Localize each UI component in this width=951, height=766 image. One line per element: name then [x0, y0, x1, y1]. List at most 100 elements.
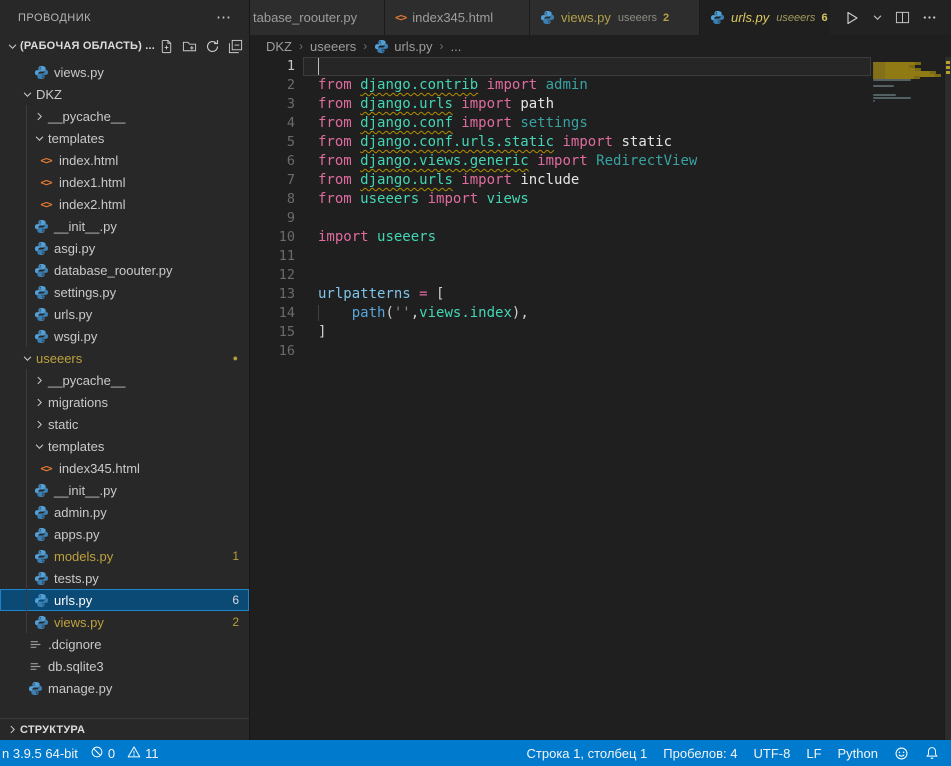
python-icon	[33, 527, 49, 542]
tree-item-label: __init__.py	[54, 219, 117, 234]
tree-item-settings-py[interactable]: settings.py	[0, 281, 249, 303]
tree-item-asgi-py[interactable]: asgi.py	[0, 237, 249, 259]
notifications-button[interactable]	[925, 746, 939, 760]
tree-item-label: DKZ	[36, 87, 62, 102]
breadcrumb-item-dkz[interactable]: DKZ	[266, 39, 292, 54]
tree-item-label: db.sqlite3	[48, 659, 104, 674]
line-content: path('',views.index),	[303, 304, 871, 323]
breadcrumb-item-[interactable]: ...	[451, 39, 462, 54]
code-line-12[interactable]: 12	[250, 266, 951, 285]
line-content: ]	[303, 323, 871, 342]
tree-item-templates[interactable]: templates	[0, 435, 249, 457]
tree-item-pycache[interactable]: __pycache__	[0, 105, 249, 127]
tree-item-admin-py[interactable]: admin.py	[0, 501, 249, 523]
tree-item-wsgi-py[interactable]: wsgi.py	[0, 325, 249, 347]
breadcrumb[interactable]: DKZ›useeers›urls.py›...	[250, 35, 951, 57]
python-interpreter-status[interactable]: n 3.9.5 64-bit	[2, 746, 78, 761]
tree-item-views-py[interactable]: views.py	[0, 61, 249, 83]
code-line-9[interactable]: 9	[250, 209, 951, 228]
language-mode[interactable]: Python	[838, 746, 878, 761]
more-editor-actions-button[interactable]	[922, 10, 937, 25]
list-icon	[27, 660, 43, 673]
new-file-button[interactable]	[159, 39, 174, 54]
breadcrumb-item-urls-py[interactable]: urls.py	[394, 39, 432, 54]
feedback-button[interactable]	[894, 746, 909, 761]
tree-item-index-html[interactable]: <>index.html	[0, 149, 249, 171]
tree-item-pycache[interactable]: __pycache__	[0, 369, 249, 391]
explorer-header: ПРОВОДНИК ⋯	[0, 0, 249, 35]
line-content	[303, 266, 871, 285]
tree-item-models-py[interactable]: models.py1	[0, 545, 249, 567]
minimap-line	[873, 85, 894, 87]
tree-item-templates[interactable]: templates	[0, 127, 249, 149]
tree-item-urls-py[interactable]: urls.py	[0, 303, 249, 325]
warning-count: 11	[145, 746, 159, 761]
python-icon	[33, 241, 49, 256]
tree-item-index345-html[interactable]: <>index345.html	[0, 457, 249, 479]
run-python-file-button[interactable]	[844, 10, 860, 26]
tree-item-views-py[interactable]: views.py2	[0, 611, 249, 633]
tree-item-urls-py[interactable]: urls.py6	[0, 589, 249, 611]
run-dropdown-button[interactable]	[872, 12, 883, 23]
eol[interactable]: LF	[806, 746, 821, 761]
tab-views-py[interactable]: views.pyuseeers2	[530, 0, 700, 35]
tab-description: useeers	[776, 12, 815, 24]
tree-item-migrations[interactable]: migrations	[0, 391, 249, 413]
code-line-3[interactable]: 3from django.urls import path	[250, 95, 951, 114]
tree-indent-guide	[26, 369, 27, 633]
code-line-8[interactable]: 8from useeers import views	[250, 190, 951, 209]
breadcrumb-item-useeers[interactable]: useeers	[310, 39, 356, 54]
workspace-section-header[interactable]: (РАБОЧАЯ ОБЛАСТЬ) ...	[0, 35, 249, 57]
code-editor[interactable]: 12from django.contrib import admin3from …	[250, 57, 951, 740]
breadcrumb-separator: ›	[440, 39, 444, 53]
code-line-16[interactable]: 16	[250, 342, 951, 361]
new-folder-button[interactable]	[182, 39, 197, 54]
tab-urls-py[interactable]: urls.pyuseeers6×	[700, 0, 848, 35]
views-and-more-actions-button[interactable]: ⋯	[212, 8, 235, 27]
problems-status[interactable]: 0 11	[90, 745, 159, 762]
code-line-6[interactable]: 6from django.views.generic import Redire…	[250, 152, 951, 171]
tab-tabase-roouter-py[interactable]: tabase_roouter.py	[250, 0, 385, 35]
python-icon	[33, 329, 49, 344]
status-bar: n 3.9.5 64-bit 0 11 Строка 1, столбец 1 П…	[0, 740, 951, 766]
tree-item-dcignore[interactable]: .dcignore	[0, 633, 249, 655]
minimap[interactable]	[872, 57, 944, 740]
line-number: 1	[250, 57, 295, 76]
tree-item-manage-py[interactable]: manage.py	[0, 677, 249, 699]
tree-item-init-py[interactable]: __init__.py	[0, 215, 249, 237]
outline-section-label: СТРУКТУРА	[20, 724, 85, 736]
tree-item-db-sqlite3[interactable]: db.sqlite3	[0, 655, 249, 677]
tree-item-apps-py[interactable]: apps.py	[0, 523, 249, 545]
line-number: 14	[250, 304, 295, 323]
code-line-4[interactable]: 4from django.conf import settings	[250, 114, 951, 133]
code-line-1[interactable]: 1	[250, 57, 951, 76]
refresh-explorer-button[interactable]	[205, 39, 220, 54]
tree-item-init-py[interactable]: __init__.py	[0, 479, 249, 501]
tree-item-index1-html[interactable]: <>index1.html	[0, 171, 249, 193]
code-line-10[interactable]: 10import useeers	[250, 228, 951, 247]
tree-item-index2-html[interactable]: <>index2.html	[0, 193, 249, 215]
outline-section-header[interactable]: СТРУКТУРА	[0, 718, 249, 740]
error-icon	[90, 745, 104, 762]
tree-item-static[interactable]: static	[0, 413, 249, 435]
code-line-7[interactable]: 7from django.urls import include	[250, 171, 951, 190]
tree-indent-guide	[26, 105, 27, 347]
code-line-5[interactable]: 5from django.conf.urls.static import sta…	[250, 133, 951, 152]
encoding[interactable]: UTF-8	[754, 746, 791, 761]
tree-item-dkz[interactable]: DKZ	[0, 83, 249, 105]
indentation[interactable]: Пробелов: 4	[663, 746, 737, 761]
code-line-11[interactable]: 11	[250, 247, 951, 266]
tree-item-tests-py[interactable]: tests.py	[0, 567, 249, 589]
code-line-13[interactable]: 13urlpatterns = [	[250, 285, 951, 304]
tree-item-database-roouter-py[interactable]: database_roouter.py	[0, 259, 249, 281]
chevron-down-icon	[4, 41, 20, 52]
collapse-folders-button[interactable]	[228, 39, 243, 54]
cursor-position[interactable]: Строка 1, столбец 1	[527, 746, 648, 761]
code-line-2[interactable]: 2from django.contrib import admin	[250, 76, 951, 95]
tree-item-useeers[interactable]: useeers●	[0, 347, 249, 369]
code-line-14[interactable]: 14 path('',views.index),	[250, 304, 951, 323]
overview-ruler[interactable]	[944, 57, 951, 740]
code-line-15[interactable]: 15]	[250, 323, 951, 342]
split-editor-button[interactable]	[895, 10, 910, 25]
tab-index345-html[interactable]: <>index345.html	[385, 0, 530, 35]
